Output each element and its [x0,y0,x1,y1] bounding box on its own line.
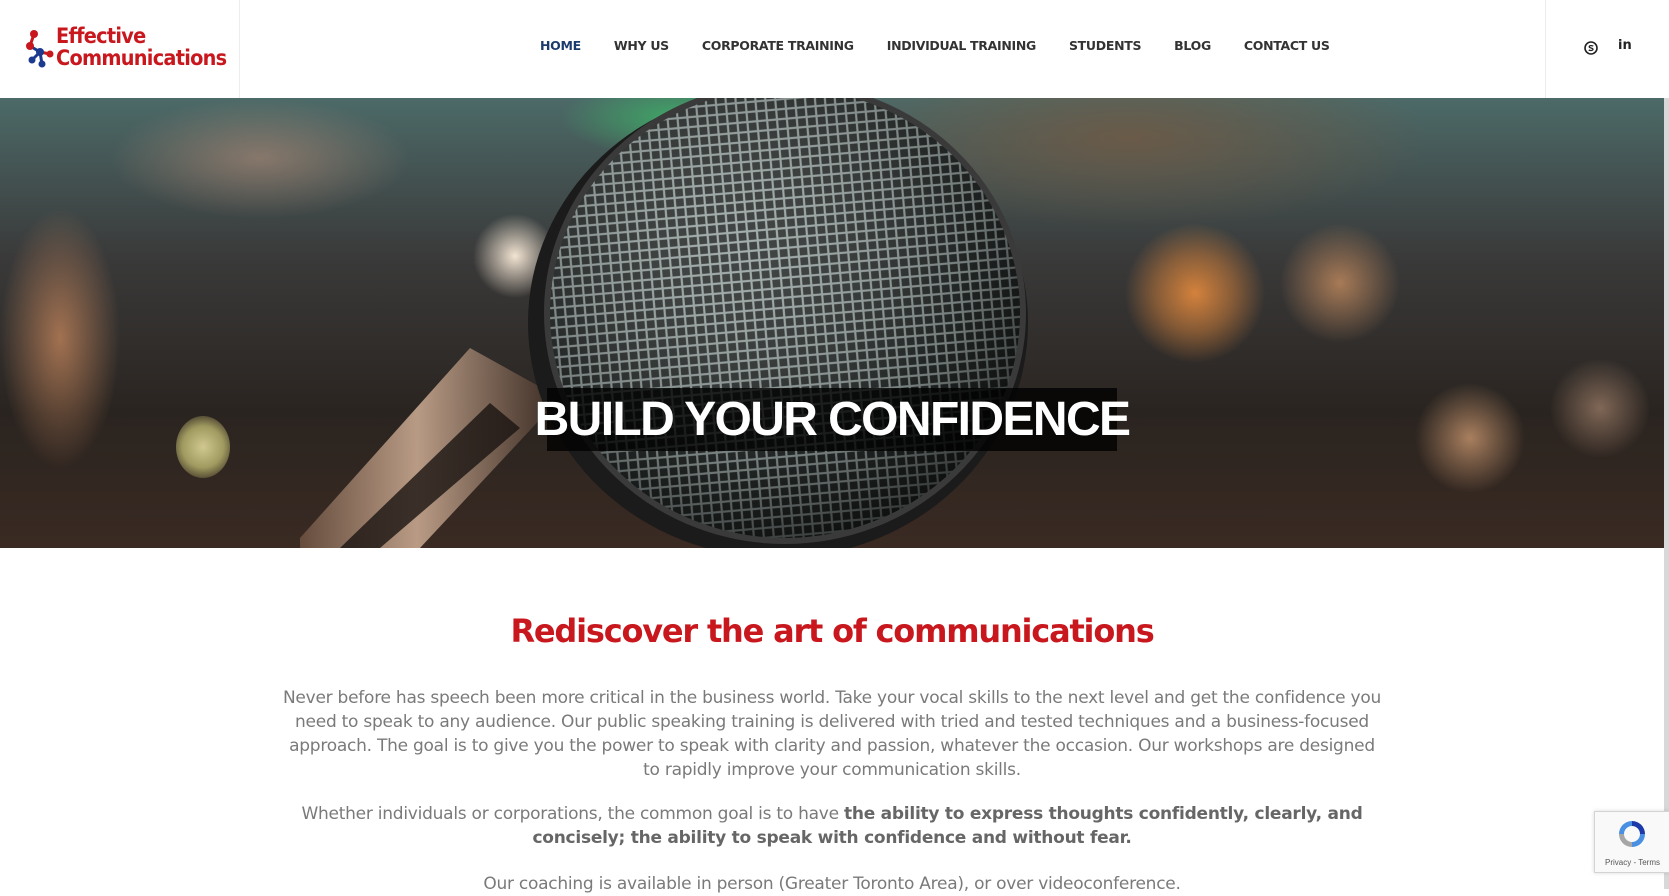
scrollbar-track[interactable] [1664,98,1669,889]
nav-item-students[interactable]: STUDENTS [1069,38,1141,58]
goal-text: Whether individuals or corporations, the… [301,804,844,824]
intro-paragraph: Never before has speech been more critic… [282,688,1382,780]
section-heading: Rediscover the art of communications [510,612,1154,650]
linkedin-icon[interactable]: in [1618,38,1632,53]
nav-item-contact-us[interactable]: CONTACT US [1244,38,1330,58]
recaptcha-icon [1619,821,1645,847]
hero-title-box: BUILD YOUR CONFIDENCE [535,388,1131,451]
nav-item-why-us[interactable]: WHY US [614,38,669,58]
skype-icon[interactable] [1584,41,1598,55]
logo-mark-icon [26,30,54,68]
logo-line-2: Communications [56,46,227,70]
logo[interactable]: Effective Communications [0,0,240,98]
nav-item-individual-training[interactable]: INDIVIDUAL TRAINING [887,38,1037,58]
recaptcha-links[interactable]: Privacy - Terms [1595,858,1669,867]
nav-item-blog[interactable]: BLOG [1174,38,1211,58]
logo-line-1: Effective [56,24,146,48]
nav-item-corporate-training[interactable]: CORPORATE TRAINING [702,38,854,58]
nav-item-home[interactable]: HOME [540,38,581,58]
recaptcha-badge[interactable]: Privacy - Terms [1594,811,1669,873]
main-nav: HOME WHY US CORPORATE TRAINING INDIVIDUA… [540,38,1363,58]
logo-text: Effective Communications [56,24,227,70]
coaching-paragraph: Our coaching is available in person (Gre… [483,874,1181,894]
goal-paragraph: Whether individuals or corporations, the… [282,802,1382,850]
social-links: in [1545,0,1669,98]
site-header: Effective Communications HOME WHY US COR… [0,0,1669,98]
hero-banner: BUILD YOUR CONFIDENCE [0,98,1664,548]
microphone-image [300,98,1028,548]
hero-title: BUILD YOUR CONFIDENCE [534,393,1131,446]
